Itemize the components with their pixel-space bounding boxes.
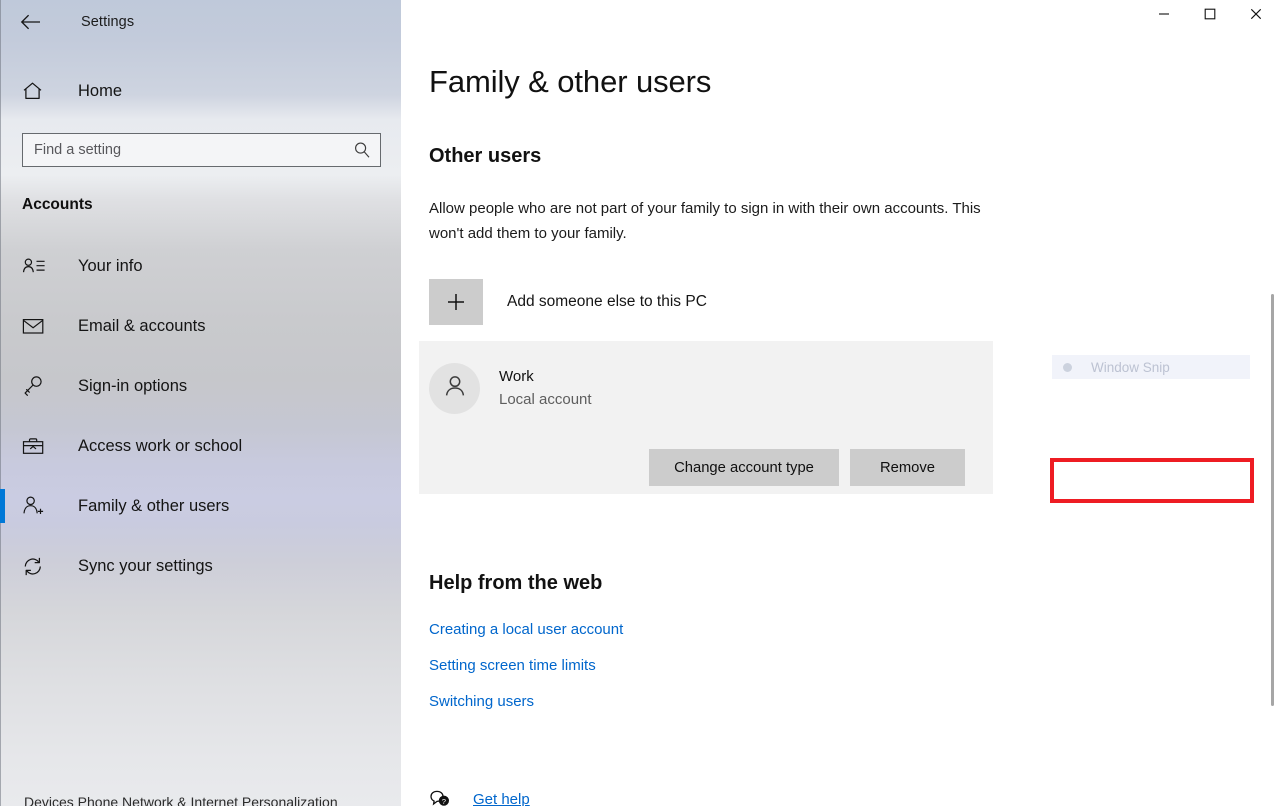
close-icon — [1250, 7, 1262, 25]
maximize-icon — [1204, 7, 1216, 25]
help-link-creating-local-user-account[interactable]: Creating a local user account — [429, 621, 623, 638]
help-from-web-section: Help from the web Creating a local user … — [429, 572, 1279, 710]
help-link-setting-screen-time-limits[interactable]: Setting screen time limits — [429, 657, 596, 674]
plus-icon — [429, 279, 483, 325]
help-heading: Help from the web — [429, 572, 603, 594]
sidebar-item-label: Your info — [78, 256, 143, 275]
sidebar-item-access-work-school[interactable]: Access work or school — [0, 416, 401, 476]
window-snip-label: Window Snip — [1091, 359, 1170, 375]
search-box[interactable] — [22, 133, 381, 167]
sidebar-item-label: Sign-in options — [78, 376, 188, 395]
account-action-buttons: Change account type Remove — [649, 449, 965, 486]
close-button[interactable] — [1233, 0, 1279, 32]
scrollbar[interactable] — [1263, 0, 1279, 806]
get-help-link[interactable]: ? Get help — [429, 784, 530, 806]
search-input[interactable] — [23, 142, 344, 158]
key-icon — [22, 375, 48, 397]
get-help-label: Get help — [473, 790, 530, 806]
sidebar-item-email-accounts[interactable]: Email & accounts — [0, 296, 401, 356]
section-heading-other-users: Other users — [429, 145, 542, 167]
minimize-icon — [1158, 7, 1170, 25]
window-title: Settings — [81, 14, 135, 30]
contact-card-icon — [22, 257, 48, 275]
back-button[interactable] — [8, 6, 54, 38]
person-icon — [441, 372, 469, 405]
user-identity-row: Work Local account — [419, 341, 993, 414]
window-snip-icon — [1063, 362, 1072, 372]
add-user-icon — [22, 495, 48, 517]
user-account-card: Work Local account Change account type R… — [419, 341, 993, 494]
add-someone-else-button[interactable]: Add someone else to this PC — [429, 279, 829, 325]
sidebar-item-label: Sync your settings — [78, 556, 213, 575]
sidebar-item-your-info[interactable]: Your info — [0, 236, 401, 296]
sidebar-item-family-other-users[interactable]: Family & other users — [0, 476, 401, 536]
add-someone-else-label: Add someone else to this PC — [507, 293, 707, 310]
main-content: Family & other users Other users Allow p… — [401, 0, 1279, 806]
scrollbar-thumb[interactable] — [1271, 294, 1274, 706]
avatar — [429, 363, 480, 414]
sidebar-nav-list: Your info Email & accounts Sign-in optio… — [0, 236, 401, 596]
window-snip-ghost-overlay: Window Snip — [1052, 355, 1250, 379]
window-controls — [1141, 0, 1279, 32]
maximize-button[interactable] — [1187, 0, 1233, 32]
sidebar-clipped-label: Devices Phone Network & Internet Persona… — [24, 794, 338, 806]
mail-icon — [22, 317, 48, 335]
sidebar-item-label: Email & accounts — [78, 316, 206, 335]
page-title: Family & other users — [429, 64, 712, 99]
svg-text:?: ? — [442, 797, 446, 806]
sidebar: Settings Home Accounts — [0, 0, 401, 806]
sidebar-item-home[interactable]: Home — [0, 70, 401, 112]
user-text-block: Work Local account — [499, 367, 592, 411]
sync-icon — [22, 556, 48, 577]
home-icon — [22, 81, 50, 101]
sidebar-item-sign-in-options[interactable]: Sign-in options — [0, 356, 401, 416]
search-icon[interactable] — [344, 134, 380, 166]
briefcase-icon — [22, 437, 48, 456]
sidebar-category-heading: Accounts — [22, 196, 93, 213]
minimize-button[interactable] — [1141, 0, 1187, 32]
sidebar-home-label: Home — [78, 81, 123, 100]
section-description: Allow people who are not part of your fa… — [429, 200, 981, 242]
question-bubble-icon: ? — [429, 789, 453, 806]
sidebar-item-sync-your-settings[interactable]: Sync your settings — [0, 536, 401, 596]
change-account-type-button[interactable]: Change account type — [649, 449, 839, 486]
user-name: Work — [499, 367, 534, 385]
remove-account-button[interactable]: Remove — [850, 449, 965, 486]
settings-window: Settings Home Accounts — [0, 0, 1279, 806]
sidebar-item-label: Access work or school — [78, 436, 243, 455]
sidebar-item-label: Family & other users — [78, 496, 230, 515]
user-account-type: Local account — [499, 390, 592, 408]
help-link-switching-users[interactable]: Switching users — [429, 693, 534, 710]
back-arrow-icon — [20, 14, 42, 30]
title-bar: Settings — [0, 0, 401, 44]
sidebar-clipped-text: Devices Phone Network & Internet Persona… — [0, 794, 401, 806]
